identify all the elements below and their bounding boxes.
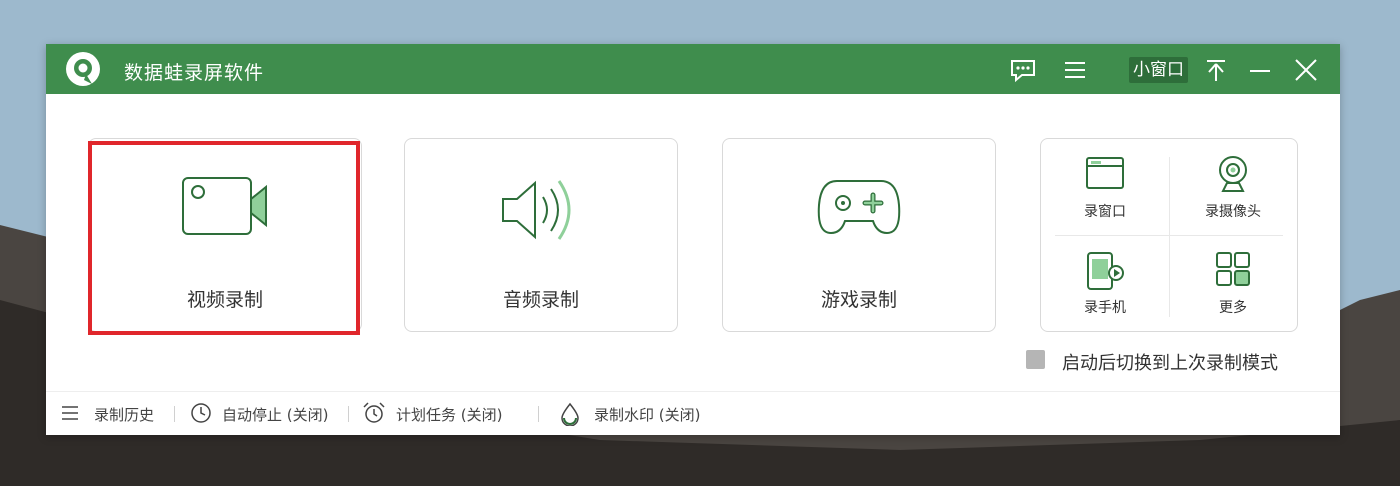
record-webcam-button[interactable]: 录摄像头: [1169, 139, 1297, 235]
menu-icon[interactable]: [1060, 55, 1090, 85]
history-label: 录制历史: [94, 406, 155, 424]
gamepad-icon: [817, 180, 901, 235]
grid-item-label: 录手机: [1084, 300, 1126, 316]
app-title: 数据蛙录屏软件: [124, 62, 265, 84]
watermark-label: 录制水印 (关闭): [594, 406, 701, 424]
close-icon[interactable]: [1291, 55, 1321, 85]
card-label: 音频录制: [502, 289, 579, 311]
more-modes-card: 录窗口 录摄像头 录手机 更多: [1040, 138, 1298, 332]
minimize-icon[interactable]: [1245, 55, 1275, 85]
game-record-card[interactable]: 游戏录制: [722, 138, 996, 332]
feedback-icon[interactable]: [1008, 55, 1038, 85]
mini-window-button[interactable]: 小窗口: [1129, 57, 1188, 83]
separator: [538, 406, 539, 422]
record-phone-button[interactable]: 录手机: [1041, 235, 1169, 331]
speaker-icon: [502, 180, 571, 240]
watermark-button[interactable]: 录制水印 (关闭): [558, 402, 728, 426]
card-label: 游戏录制: [820, 289, 897, 311]
pin-icon[interactable]: [1201, 55, 1231, 85]
remember-mode-label: 启动后切换到上次录制模式: [1062, 353, 1278, 374]
separator: [174, 406, 175, 422]
more-modes-button[interactable]: 更多: [1169, 235, 1297, 331]
auto-stop-label: 自动停止 (关闭): [222, 406, 329, 424]
water-drop-icon: [561, 402, 579, 426]
title-bar: 数据蛙录屏软件 小窗口: [46, 44, 1340, 94]
schedule-button[interactable]: 计划任务 (关闭): [362, 402, 532, 426]
alarm-clock-icon: [363, 402, 385, 423]
selection-highlight: [88, 141, 360, 335]
app-window: 数据蛙录屏软件 小窗口 视频录制 音频录制 游戏录制 录窗口 录摄像头 录手机 …: [46, 44, 1340, 435]
window-icon: [1086, 157, 1124, 189]
grid-item-label: 更多: [1219, 300, 1247, 316]
grid-item-label: 录摄像头: [1205, 204, 1261, 220]
auto-stop-button[interactable]: 自动停止 (关闭): [190, 402, 350, 426]
list-icon: [62, 406, 78, 420]
phone-icon: [1087, 252, 1124, 290]
schedule-label: 计划任务 (关闭): [396, 406, 503, 424]
grid-more-icon: [1216, 252, 1250, 286]
audio-record-card[interactable]: 音频录制: [404, 138, 678, 332]
webcam-icon: [1219, 156, 1247, 192]
record-window-button[interactable]: 录窗口: [1041, 139, 1169, 235]
remember-mode-checkbox[interactable]: [1026, 350, 1045, 369]
separator: [348, 406, 349, 422]
grid-item-label: 录窗口: [1084, 204, 1126, 220]
app-logo-icon: [66, 52, 100, 86]
status-bar: 录制历史 自动停止 (关闭) 计划任务 (关闭) 录制水印 (关闭): [46, 391, 1340, 436]
clock-icon: [191, 403, 211, 423]
history-button[interactable]: 录制历史: [60, 402, 170, 426]
